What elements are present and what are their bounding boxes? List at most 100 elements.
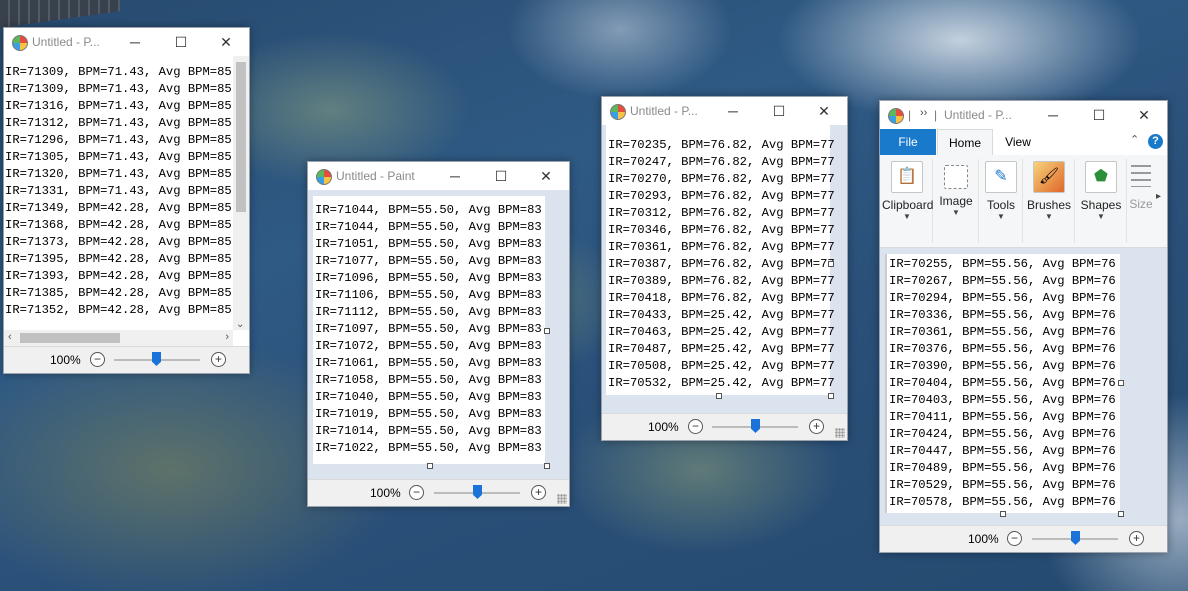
- canvas[interactable]: IR=70235, BPM=76.82, Avg BPM=77 IR=70247,…: [606, 125, 835, 395]
- size-group[interactable]: Size: [1128, 159, 1154, 243]
- image-group[interactable]: Image ▼: [934, 159, 979, 243]
- resize-handle-bottom[interactable]: [427, 463, 433, 469]
- status-bar: 100% − +: [880, 525, 1167, 552]
- minimize-button[interactable]: ─: [1030, 101, 1076, 129]
- zoom-out-icon[interactable]: −: [409, 485, 424, 500]
- tools-label: Tools: [986, 198, 1015, 212]
- brushes-group[interactable]: 🖌 Brushes ▼: [1024, 159, 1075, 243]
- status-bar: 100% − +: [308, 479, 569, 506]
- zoom-slider-thumb[interactable]: [152, 352, 161, 366]
- resize-handle-right[interactable]: [1118, 380, 1124, 386]
- tab-view[interactable]: View: [994, 129, 1042, 155]
- help-icon[interactable]: ?: [1148, 134, 1163, 149]
- text-line: IR=71044, BPM=55.50, Avg BPM=83: [315, 220, 542, 234]
- ribbon: 📋 Clipboard ▼ Image ▼ ✎ Tools ▼ 🖌 Brushe…: [880, 155, 1167, 248]
- resize-grip[interactable]: [835, 428, 845, 438]
- canvas[interactable]: IR=70255, BPM=55.56, Avg BPM=76 IR=70267,…: [885, 254, 1120, 513]
- paint-window-1[interactable]: Untitled - P... ─ ☐ ✕ IR=71309, BPM=71.4…: [3, 27, 250, 374]
- close-button[interactable]: ✕: [523, 162, 569, 190]
- minimize-button[interactable]: ─: [710, 97, 756, 125]
- canvas-area[interactable]: IR=70255, BPM=55.56, Avg BPM=76 IR=70267,…: [880, 248, 1167, 526]
- zoom-slider-thumb[interactable]: [473, 485, 482, 499]
- resize-handle-corner[interactable]: [828, 393, 834, 399]
- close-button[interactable]: ✕: [1121, 101, 1167, 129]
- text-line: IR=70312, BPM=76.82, Avg BPM=77: [608, 206, 835, 220]
- zoom-in-icon[interactable]: +: [211, 352, 226, 367]
- clipboard-group[interactable]: 📋 Clipboard ▼: [882, 159, 933, 243]
- quick-access-separator: |: [934, 108, 938, 122]
- image-label: Image: [939, 194, 973, 208]
- status-bar: 100% − +: [4, 346, 249, 373]
- text-line: IR=70361, BPM=76.82, Avg BPM=77: [608, 240, 835, 254]
- maximize-button[interactable]: ☐: [158, 28, 204, 56]
- tab-file[interactable]: File: [880, 129, 936, 155]
- paint-window-4[interactable]: | ›› | Untitled - P... ─ ☐ ✕ File Home V…: [879, 100, 1168, 553]
- zoom-in-icon[interactable]: +: [809, 419, 824, 434]
- paint-window-3[interactable]: Untitled - P... ─ ☐ ✕ IR=70235, BPM=76.8…: [601, 96, 848, 441]
- tools-group[interactable]: ✎ Tools ▼: [980, 159, 1023, 243]
- chevron-down-icon: ▼: [1045, 212, 1053, 221]
- resize-handle-bottom[interactable]: [1000, 511, 1006, 517]
- canvas-area[interactable]: IR=71309, BPM=71.43, Avg BPM=85 IR=71309,…: [4, 56, 233, 330]
- resize-handle-right[interactable]: [544, 328, 550, 334]
- text-line: IR=70267, BPM=55.56, Avg BPM=76: [889, 274, 1116, 288]
- zoom-in-icon[interactable]: +: [531, 485, 546, 500]
- title-bar[interactable]: Untitled - Paint ─ ☐ ✕: [308, 162, 569, 190]
- quick-access-more-icon[interactable]: ››: [920, 107, 927, 119]
- ribbon-scroll-right-icon[interactable]: ▸: [1156, 191, 1161, 202]
- text-line: IR=71368, BPM=42.28, Avg BPM=85: [5, 218, 232, 232]
- minimize-button[interactable]: ─: [112, 28, 158, 56]
- scroll-down-icon[interactable]: ⌄: [236, 319, 244, 330]
- paint-window-2[interactable]: Untitled - Paint ─ ☐ ✕ IR=71044, BPM=55.…: [307, 161, 570, 507]
- text-line: IR=70418, BPM=76.82, Avg BPM=77: [608, 291, 835, 305]
- title-bar[interactable]: | ›› | Untitled - P... ─ ☐ ✕: [880, 101, 1167, 129]
- minimize-button[interactable]: ─: [432, 162, 478, 190]
- scroll-thumb[interactable]: [236, 62, 246, 212]
- text-line: IR=70294, BPM=55.56, Avg BPM=76: [889, 291, 1116, 305]
- status-bar: 100% − +: [602, 413, 847, 440]
- chevron-down-icon: ▼: [997, 212, 1005, 221]
- scroll-right-icon[interactable]: ›: [225, 331, 229, 343]
- zoom-level: 100%: [50, 353, 81, 367]
- text-line: IR=70336, BPM=55.56, Avg BPM=76: [889, 308, 1116, 322]
- resize-handle-corner[interactable]: [1118, 511, 1124, 517]
- zoom-in-icon[interactable]: +: [1129, 531, 1144, 546]
- resize-handle-corner[interactable]: [544, 463, 550, 469]
- clipboard-icon: 📋: [891, 161, 923, 193]
- text-line: IR=71106, BPM=55.50, Avg BPM=83: [315, 288, 542, 302]
- text-line: IR=71077, BPM=55.50, Avg BPM=83: [315, 254, 542, 268]
- text-line: IR=71022, BPM=55.50, Avg BPM=83: [315, 441, 542, 455]
- canvas-area[interactable]: IR=71044, BPM=55.50, Avg BPM=83 IR=71044,…: [308, 190, 569, 480]
- maximize-button[interactable]: ☐: [756, 97, 802, 125]
- title-bar[interactable]: Untitled - P... ─ ☐ ✕: [4, 28, 249, 56]
- h-scroll-thumb[interactable]: [20, 333, 120, 343]
- text-line: IR=70255, BPM=55.56, Avg BPM=76: [889, 257, 1116, 271]
- maximize-button[interactable]: ☐: [1076, 101, 1122, 129]
- vertical-scrollbar[interactable]: ⌄: [233, 56, 249, 330]
- tab-home[interactable]: Home: [937, 129, 993, 156]
- canvas-text: IR=70235, BPM=76.82, Avg BPM=77 IR=70247,…: [608, 137, 835, 392]
- text-line: IR=71096, BPM=55.50, Avg BPM=83: [315, 271, 542, 285]
- resize-handle-right[interactable]: [828, 261, 834, 267]
- text-line: IR=70487, BPM=25.42, Avg BPM=77: [608, 342, 835, 356]
- horizontal-scrollbar[interactable]: ‹ ›: [4, 330, 233, 346]
- zoom-out-icon[interactable]: −: [688, 419, 703, 434]
- resize-grip[interactable]: [557, 494, 567, 504]
- scroll-left-icon[interactable]: ‹: [8, 331, 12, 343]
- resize-handle-bottom[interactable]: [716, 393, 722, 399]
- canvas[interactable]: IR=71044, BPM=55.50, Avg BPM=83 IR=71044,…: [313, 196, 545, 464]
- shapes-group[interactable]: ⬟ Shapes ▼: [1076, 159, 1127, 243]
- canvas-area[interactable]: IR=70235, BPM=76.82, Avg BPM=77 IR=70247,…: [602, 125, 847, 415]
- collapse-ribbon-icon[interactable]: ⌃: [1130, 133, 1139, 146]
- maximize-button[interactable]: ☐: [478, 162, 524, 190]
- zoom-out-icon[interactable]: −: [90, 352, 105, 367]
- zoom-slider-thumb[interactable]: [1071, 531, 1080, 545]
- text-line: IR=71058, BPM=55.50, Avg BPM=83: [315, 373, 542, 387]
- zoom-slider-thumb[interactable]: [751, 419, 760, 433]
- zoom-out-icon[interactable]: −: [1007, 531, 1022, 546]
- close-button[interactable]: ✕: [203, 28, 249, 56]
- title-bar[interactable]: Untitled - P... ─ ☐ ✕: [602, 97, 847, 125]
- close-button[interactable]: ✕: [801, 97, 847, 125]
- canvas[interactable]: IR=71309, BPM=71.43, Avg BPM=85 IR=71309,…: [4, 56, 233, 330]
- text-line: IR=71040, BPM=55.50, Avg BPM=83: [315, 390, 542, 404]
